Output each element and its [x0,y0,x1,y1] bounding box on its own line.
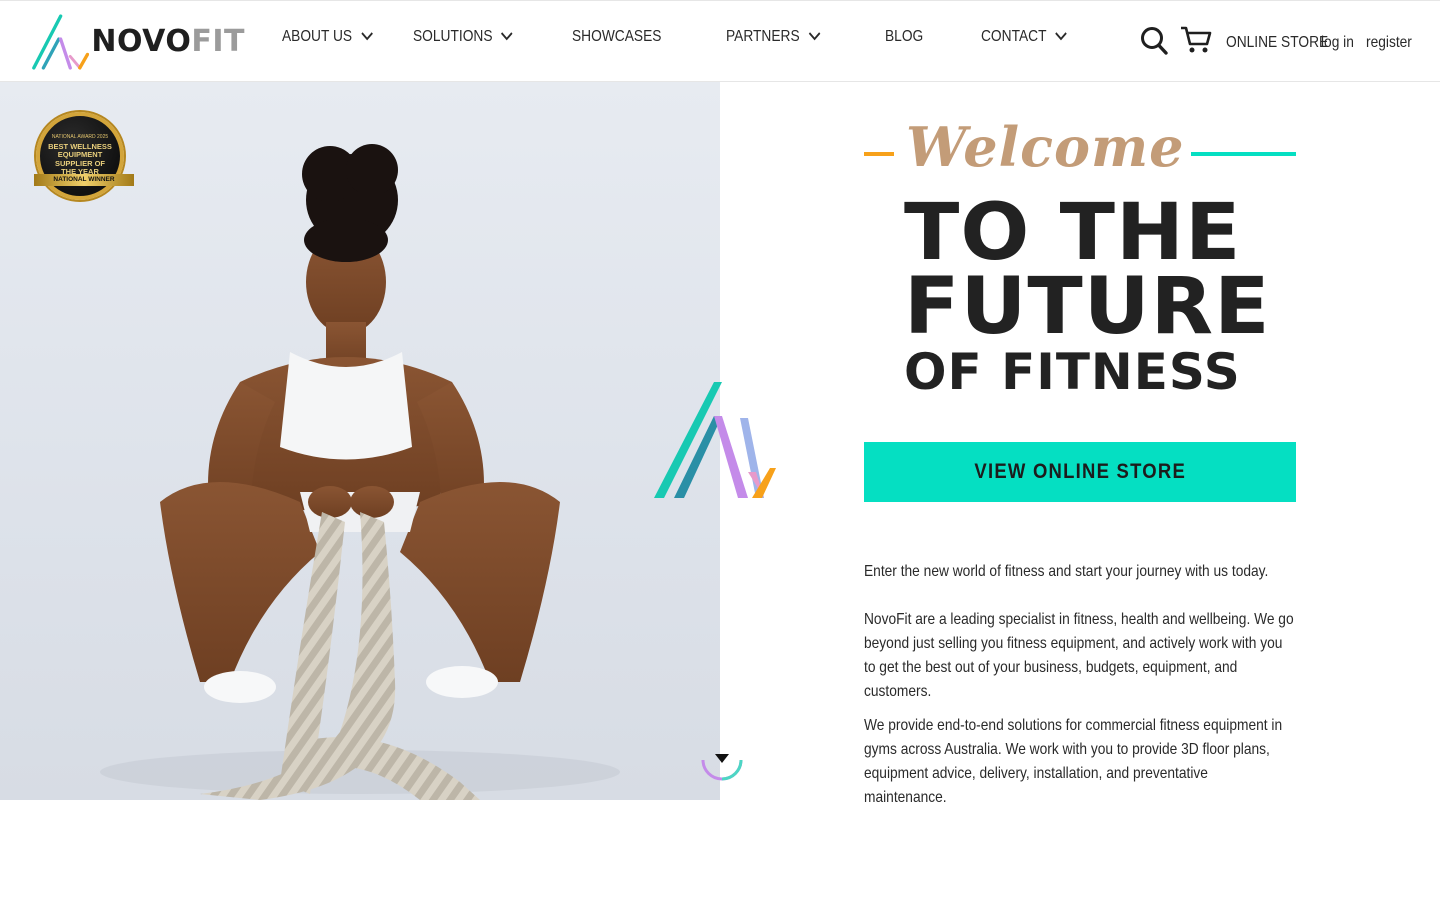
chevron-down-icon [807,28,821,46]
view-online-store-button[interactable]: VIEW ONLINE STORE [864,442,1296,502]
nav-item-solutions[interactable]: SOLUTIONS [413,28,514,46]
welcome-script-heading: Welcome [900,112,1191,182]
badge-ribbon: NATIONAL WINNER [34,174,134,186]
nav-item-showcases[interactable]: SHOWCASES [572,28,661,46]
nav-about-us-label: ABOUT US [282,28,353,45]
login-link[interactable]: log in [1321,34,1360,52]
nav-item-about-us[interactable]: ABOUT US [282,28,374,46]
logo-fit: FIT [191,24,245,59]
chevron-down-icon [500,28,514,46]
heading-line-1: TO THE [904,188,1242,278]
logo-novo: NOVO [91,24,192,59]
logo-wordmark: NOVOFIT [91,27,245,57]
brand-emblem-icon [652,380,778,502]
utility-nav: ONLINE STORE log in register [1140,25,1412,60]
logo-mark-icon [32,14,90,70]
nav-item-partners[interactable]: PARTNERS [726,28,821,46]
novofit-logo[interactable]: NOVOFIT [30,11,245,73]
nav-contact-label: CONTACT [981,28,1047,45]
scroll-down-icon[interactable] [700,738,744,782]
search-icon[interactable] [1140,25,1168,60]
intro-paragraph-2: NovoFit are a leading specialist in fitn… [864,611,1294,700]
cart-icon[interactable] [1180,25,1212,60]
nav-solutions-label: SOLUTIONS [412,28,493,45]
site-header: NOVOFIT ABOUT US SOLUTIONS SHOWCASES PAR… [0,0,1440,82]
nav-showcases-label: SHOWCASES [571,28,662,45]
chevron-down-icon [360,28,374,46]
badge-top-text: NATIONAL AWARD 2025 [51,134,109,140]
register-link[interactable]: register [1366,34,1412,52]
award-badge: NATIONAL AWARD 2025 BEST WELLNESS EQUIPM… [34,112,134,200]
intro-paragraph-3: We provide end-to-end solutions for comm… [864,717,1283,806]
hero-heading: TO THE FUTURE OF FITNESS [904,194,1270,401]
intro-text: Enter the new world of fitness and start… [864,560,1294,834]
view-online-store-label: VIEW ONLINE STORE [974,460,1186,483]
intro-paragraph-1: Enter the new world of fitness and start… [864,563,1269,580]
heading-line-2: FUTURE [904,262,1271,352]
main-nav: ABOUT US SOLUTIONS SHOWCASES PARTNERS BL… [282,28,1082,46]
badge-main-text: BEST WELLNESS EQUIPMENT SUPPLIER OF THE … [48,142,112,178]
hero-image: NATIONAL AWARD 2025 BEST WELLNESS EQUIPM… [0,82,720,800]
nav-blog-label: BLOG [884,28,923,45]
chevron-down-icon [1054,28,1068,46]
heading-line-3: OF FITNESS [904,343,1241,401]
nav-item-blog[interactable]: BLOG [885,28,923,46]
nav-partners-label: PARTNERS [725,28,800,45]
online-store-link[interactable]: ONLINE STORE [1226,34,1328,52]
nav-item-contact[interactable]: CONTACT [981,28,1068,46]
